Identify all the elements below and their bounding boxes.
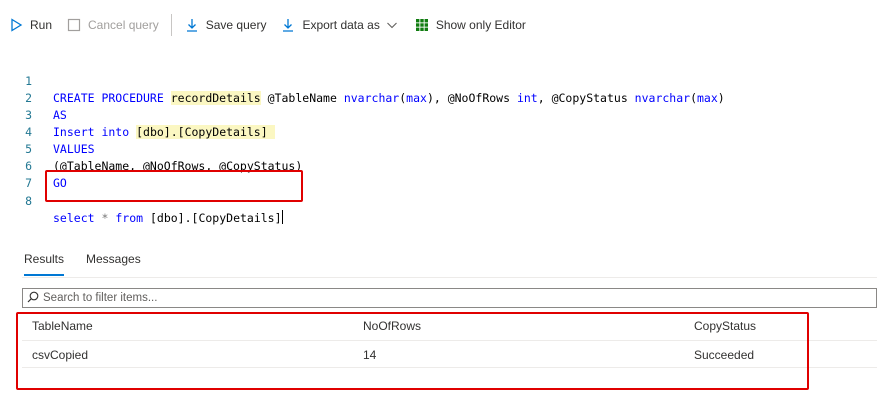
editor-line: 3 Insert into [dbo].[CopyDetails] [0,90,275,139]
line-number: 8 [25,194,32,208]
download-icon [184,17,200,33]
search-icon [27,291,39,306]
editor-line: 8 select * from [dbo].[CopyDetails] [0,176,283,225]
run-label: Run [30,18,53,32]
grid-icon [414,17,430,33]
play-icon [8,17,24,33]
export-data-as-button[interactable]: Export data as [280,13,399,37]
filter-input[interactable]: Search to filter items... [22,288,877,308]
editor-line: 5 (@TableName, @NoOfRows, @CopyStatus) [0,124,302,173]
save-query-button[interactable]: Save query [184,13,267,37]
code-line: CREATE PROCEDURE recordDetails @TableNam… [53,91,725,105]
editor-line: 1 CREATE PROCEDURE recordDetails @TableN… [0,56,725,105]
tab-results[interactable]: Results [24,252,65,276]
results-tabs: Results Messages [24,252,163,276]
stop-icon [66,17,82,33]
code-line: Insert into [dbo].[CopyDetails] [53,125,275,139]
highlight-box-results [16,312,809,390]
save-query-label: Save query [205,18,267,32]
export-data-as-label: Export data as [302,18,380,32]
editor-line: 7 [0,158,32,190]
editor-line: 2 AS [0,73,67,122]
download-icon [280,17,296,33]
highlight-box-query [45,170,303,202]
cancel-query-button[interactable]: Cancel query [66,13,159,37]
text-cursor [281,210,283,224]
toolbar-divider [170,14,172,36]
code-line: AS [53,108,67,122]
code-line: select * from [dbo].[CopyDetails] [53,210,283,225]
editor-line: 6 GO [0,141,67,190]
tabs-divider [22,277,877,278]
tab-messages[interactable]: Messages [86,252,141,274]
chevron-down-icon [384,17,400,33]
run-button[interactable]: Run [8,13,52,37]
filter-placeholder: Search to filter items... [43,292,158,304]
show-only-editor-button[interactable]: Show only Editor [414,13,526,37]
show-only-editor-label: Show only Editor [435,18,526,32]
toolbar: Run Cancel query Save query Export data … [0,0,877,50]
cancel-query-label: Cancel query [88,18,159,32]
code-line: VALUES [53,142,95,156]
editor-line: 4 VALUES [0,107,94,156]
